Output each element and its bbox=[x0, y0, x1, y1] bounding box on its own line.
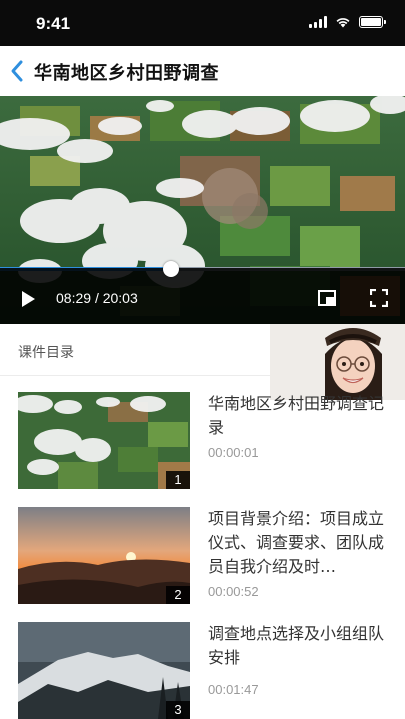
play-button[interactable] bbox=[20, 290, 36, 308]
status-time: 9:41 bbox=[36, 14, 71, 33]
fullscreen-icon bbox=[370, 289, 388, 307]
picture-in-picture-icon bbox=[318, 290, 336, 306]
picture-in-picture-button[interactable] bbox=[318, 290, 336, 306]
lesson-item-3[interactable]: 3 调查地点选择及小组组队安排 00:01:47 bbox=[0, 622, 405, 719]
lesson-index: 1 bbox=[166, 471, 190, 489]
thumbnail-aerial-farmland bbox=[18, 392, 190, 489]
status-icons bbox=[309, 16, 386, 28]
lesson-index: 2 bbox=[166, 586, 190, 604]
lesson-title: 项目背景介绍：项目成立仪式、调查要求、团队成员自我介绍及时… bbox=[208, 509, 385, 576]
signal-icon bbox=[309, 16, 327, 28]
presenter-webcam[interactable] bbox=[270, 324, 405, 400]
lesson-thumbnail: 2 bbox=[18, 507, 190, 604]
presenter-avatar bbox=[270, 324, 405, 400]
lesson-title: 华南地区乡村田野调查记录 bbox=[208, 394, 385, 437]
back-button[interactable] bbox=[6, 58, 30, 84]
thumbnail-sunset-mountains bbox=[18, 507, 190, 604]
thumbnail-snowy-mountain bbox=[18, 622, 190, 719]
wifi-icon bbox=[336, 18, 350, 28]
lesson-index: 3 bbox=[166, 701, 190, 719]
play-icon bbox=[22, 291, 35, 307]
lesson-item-1[interactable]: 1 华南地区乡村田野调查记录 00:00:01 bbox=[0, 392, 405, 502]
total-time: 20:03 bbox=[102, 290, 138, 306]
nav-bar: 华南地区乡村田野调查 bbox=[0, 46, 405, 96]
catalog-title: 课件目录 bbox=[18, 345, 74, 361]
chevron-left-icon bbox=[11, 60, 23, 82]
page-title: 华南地区乡村田野调查 bbox=[34, 63, 219, 84]
lesson-duration: 00:01:47 bbox=[208, 682, 259, 697]
lesson-item-2[interactable]: 2 项目背景介绍：项目成立仪式、调查要求、团队成员自我介绍及时… 00:00:5… bbox=[0, 507, 405, 617]
lesson-thumbnail: 1 bbox=[18, 392, 190, 489]
lesson-title: 调查地点选择及小组组队安排 bbox=[208, 624, 385, 667]
time-separator: / bbox=[94, 290, 99, 306]
battery-icon bbox=[359, 16, 386, 28]
status-bar: 9:41 bbox=[0, 0, 405, 46]
lesson-duration: 00:00:01 bbox=[208, 445, 259, 460]
playback-time: 08:29 / 20:03 bbox=[56, 290, 138, 306]
current-time: 08:29 bbox=[56, 290, 92, 306]
fullscreen-button[interactable] bbox=[370, 289, 388, 307]
lesson-thumbnail: 3 bbox=[18, 622, 190, 719]
lesson-duration: 00:00:52 bbox=[208, 584, 259, 599]
